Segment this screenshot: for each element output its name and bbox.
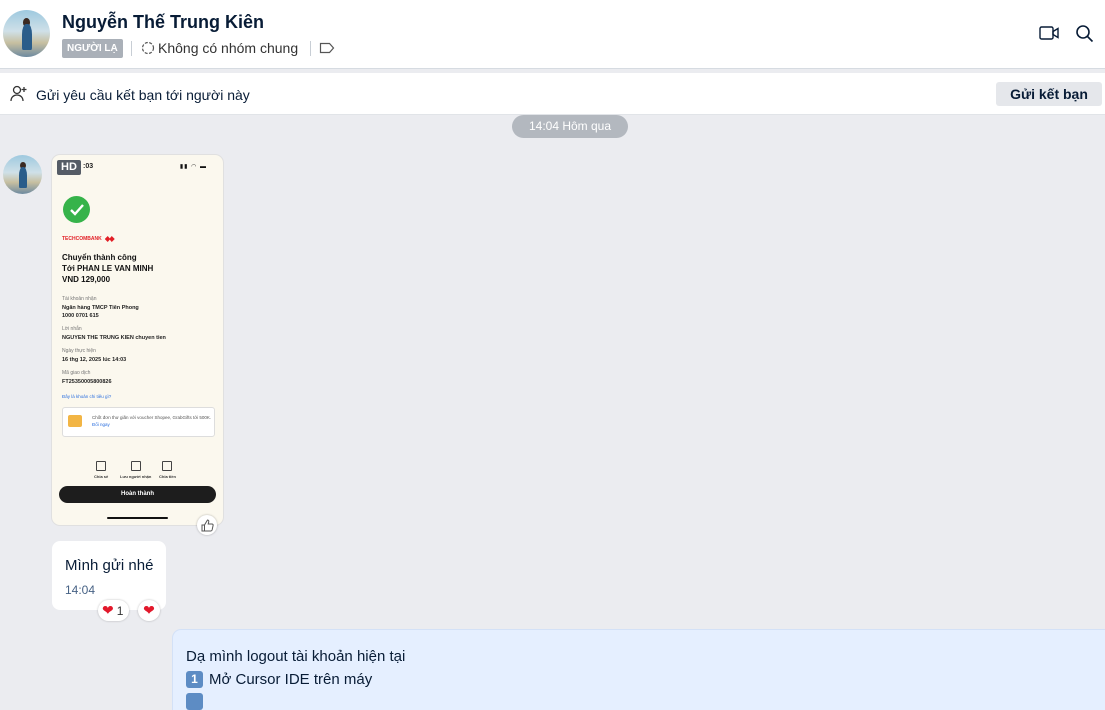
phone-clock: :03	[83, 163, 94, 170]
heart-icon: ❤	[102, 602, 114, 618]
common-groups-label: Không có nhóm chung	[158, 40, 299, 56]
divider	[131, 41, 132, 56]
time-divider: 14:04 Hôm qua	[512, 115, 628, 138]
receipt-date-value: 16 thg 12, 2025 lúc 14:03	[62, 357, 127, 363]
image-message[interactable]: :03 HD ▮▮ ◠ ▬ TECHCOMBANK Chuyển thành c…	[52, 155, 223, 525]
keycap-one-icon: 1	[186, 671, 203, 688]
receipt-date-label: Ngày thực hiện	[62, 348, 96, 354]
message-text: Mình gửi nhé	[65, 557, 154, 574]
home-indicator	[107, 517, 168, 519]
tag-icon[interactable]	[319, 42, 335, 54]
phone-status-icons: ▮▮ ◠ ▬	[179, 164, 207, 170]
hd-badge: HD	[57, 160, 81, 175]
promo-banner: Chốt đơn thư giãn với voucher Shopee, Gr…	[62, 407, 215, 437]
outgoing-line-2: 1 Mở Cursor IDE trên máy	[186, 671, 372, 688]
gift-icon	[68, 415, 82, 427]
share-icon	[96, 461, 107, 471]
done-button-image: Hoàn thành	[59, 486, 216, 503]
save-icon	[130, 461, 141, 471]
heart-icon: ❤	[143, 602, 155, 618]
contact-avatar[interactable]	[3, 10, 50, 57]
success-check-icon	[63, 196, 90, 223]
heart-reaction-button[interactable]: ❤	[138, 600, 160, 621]
receipt-txn-label: Mã giao dịch	[62, 370, 91, 376]
receipt-recipient: Tới PHAN LE VAN MINH	[62, 264, 154, 273]
receipt-title: Chuyển thành công	[62, 253, 137, 262]
stranger-badge: NGƯỜI LẠ	[62, 39, 123, 58]
action-save-recipient: Lưu người nhận	[120, 461, 151, 479]
receipt-account-number: 1000 0701 615	[62, 313, 99, 319]
add-friend-icon	[10, 85, 27, 102]
promo-text: Chốt đơn thư giãn với voucher Shopee, Gr…	[92, 415, 212, 427]
receipt-message-value: NGUYEN THE TRUNG KIEN chuyen tien	[62, 335, 166, 341]
like-reaction-button[interactable]	[197, 515, 217, 535]
common-groups[interactable]: Không có nhóm chung	[141, 40, 298, 56]
receipt-txn-value: FT25350005800826	[62, 379, 112, 385]
send-friend-request-button[interactable]: Gửi kết bạn	[996, 82, 1102, 106]
receipt-amount: VND 129,000	[62, 275, 111, 284]
action-split: Chia tiền	[159, 461, 176, 479]
video-call-icon[interactable]	[1039, 25, 1059, 41]
receipt-account-bank: Ngân hàng TMCP Tiên Phong	[62, 305, 139, 311]
reaction-count: 1	[116, 603, 124, 618]
techcombank-logo: TECHCOMBANK	[62, 236, 115, 242]
thumbs-up-icon	[201, 518, 214, 531]
message-time: 14:04	[65, 583, 96, 597]
action-share: Chia sẻ	[94, 461, 108, 479]
friend-request-bar: Gửi yêu cầu kết bạn tới người này Gửi kế…	[0, 73, 1105, 115]
chat-header: Nguyễn Thế Trung Kiên NGƯỜI LẠ Không có …	[0, 0, 1105, 69]
split-icon	[162, 461, 173, 471]
search-icon[interactable]	[1075, 24, 1094, 43]
keycap-icon	[186, 693, 203, 710]
friend-request-text: Gửi yêu cầu kết bạn tới người này	[36, 87, 250, 103]
outgoing-message[interactable]: Dạ mình logout tài khoản hiện tại 1 Mở C…	[173, 630, 1105, 710]
reaction-summary[interactable]: ❤ 1	[98, 600, 130, 621]
sender-avatar[interactable]	[3, 155, 42, 194]
outgoing-line-2-text: Mở Cursor IDE trên máy	[209, 671, 373, 688]
group-icon	[141, 41, 155, 55]
receipt-message-label: Lời nhắn	[62, 326, 82, 332]
receipt-account-label: Tài khoản nhận	[62, 296, 97, 302]
divider	[310, 41, 311, 56]
contact-name[interactable]: Nguyễn Thế Trung Kiên	[62, 12, 264, 33]
receipt-details-link: Đây là khoản chi tiêu gì?	[62, 394, 112, 399]
outgoing-line-1: Dạ mình logout tài khoản hiện tại	[186, 648, 406, 665]
